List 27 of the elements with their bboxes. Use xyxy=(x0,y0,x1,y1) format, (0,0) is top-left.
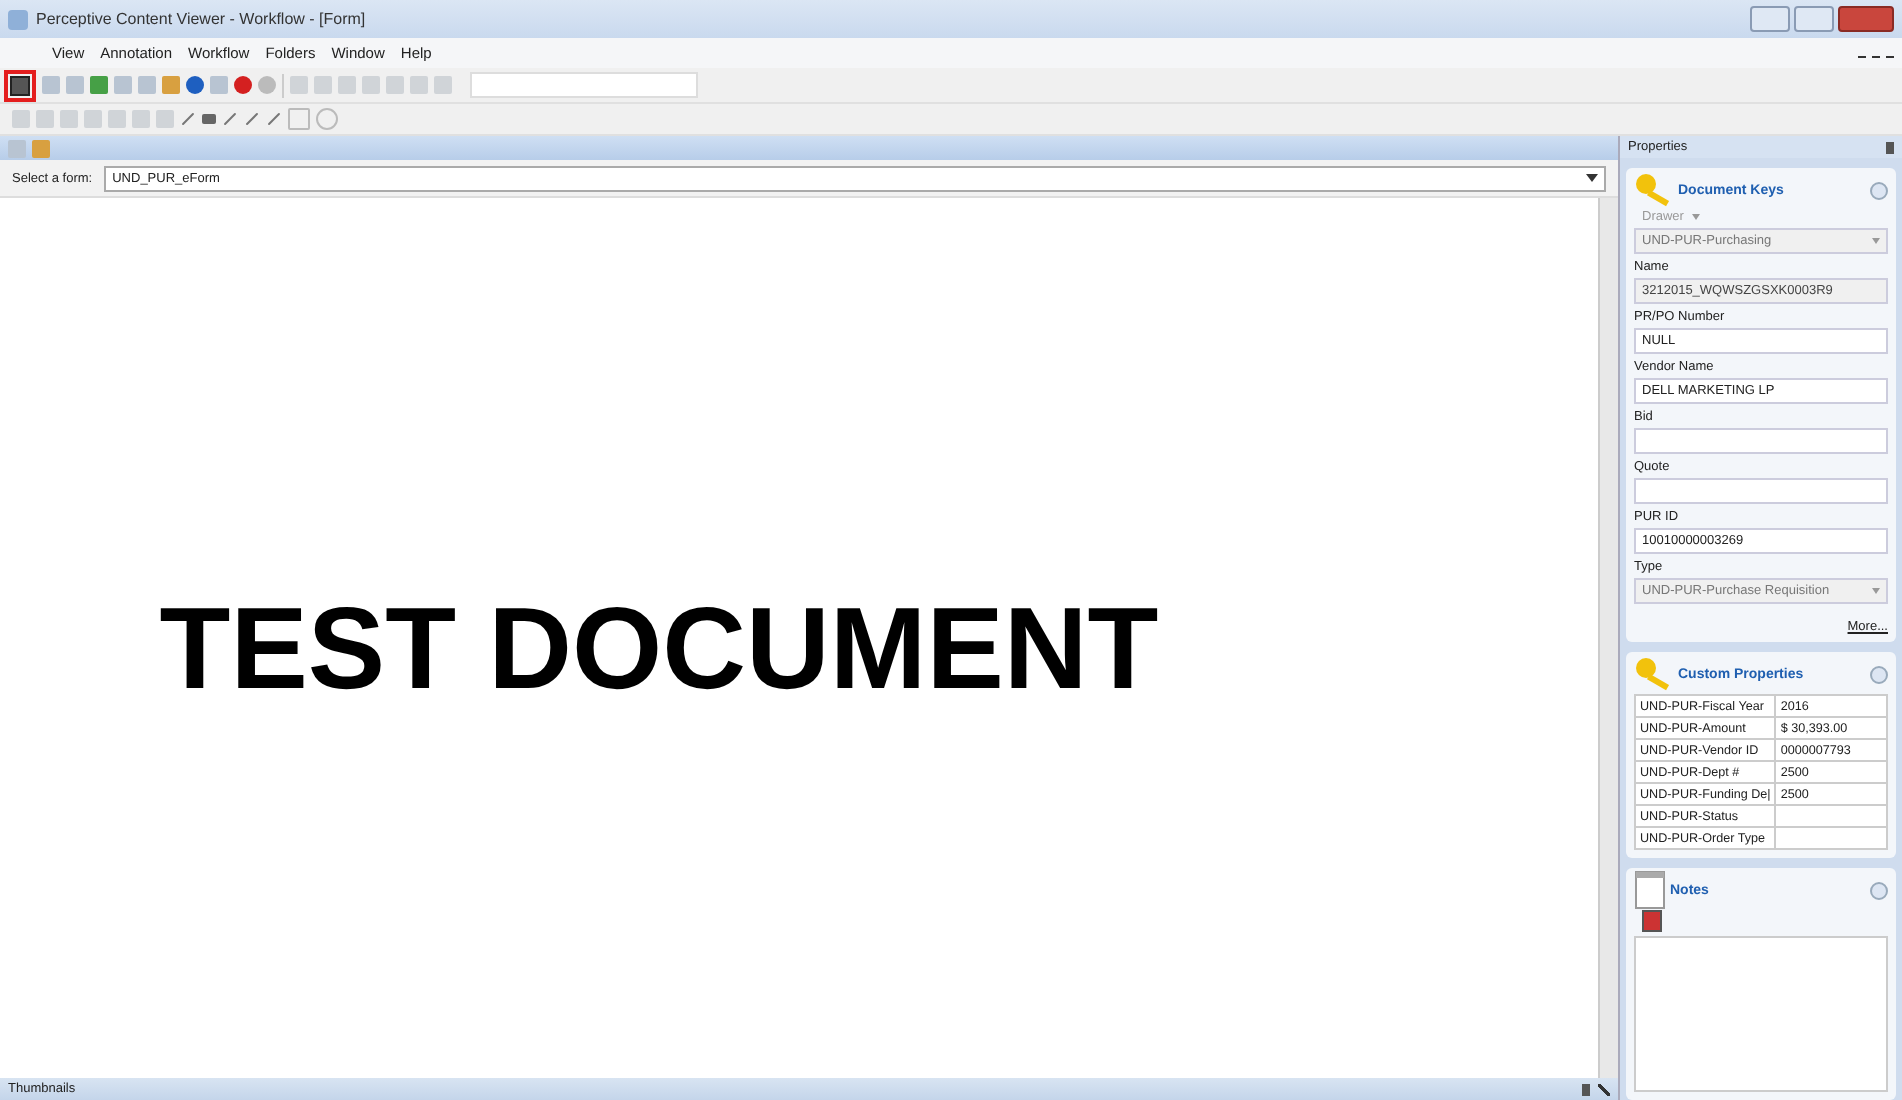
text-field[interactable] xyxy=(1634,478,1888,504)
scroll-bar[interactable] xyxy=(1598,198,1618,1078)
annotation-tool-icon[interactable] xyxy=(316,108,338,130)
add-note-icon[interactable] xyxy=(1642,910,1662,932)
toolbar-dropdown[interactable] xyxy=(470,72,698,98)
restore-icon[interactable] xyxy=(1794,6,1834,32)
annotation-tool-icon[interactable] xyxy=(288,108,310,130)
collapse-icon[interactable] xyxy=(1870,881,1888,899)
collapse-icon[interactable] xyxy=(1870,181,1888,199)
table-cell xyxy=(1775,827,1887,849)
app-icon xyxy=(8,9,28,29)
key-icon xyxy=(1634,172,1674,208)
pin-icon[interactable] xyxy=(1582,1083,1590,1095)
print-icon[interactable] xyxy=(8,139,26,157)
save-icon[interactable] xyxy=(10,75,30,95)
notes-field[interactable] xyxy=(1634,936,1888,1092)
edit-icon[interactable] xyxy=(32,139,50,157)
minimize-icon[interactable] xyxy=(1750,6,1790,32)
text-field[interactable] xyxy=(1634,428,1888,454)
document-heading: TEST DOCUMENT xyxy=(159,581,1159,715)
key-icon xyxy=(1634,656,1674,692)
caret-icon[interactable] xyxy=(1691,214,1700,220)
collapse-icon[interactable] xyxy=(1870,665,1888,683)
table-cell xyxy=(1775,805,1887,827)
window-title: Perceptive Content Viewer - Workflow - [Form] xyxy=(36,10,366,28)
close-icon[interactable] xyxy=(1598,1083,1610,1095)
pin-icon[interactable] xyxy=(1886,141,1894,153)
